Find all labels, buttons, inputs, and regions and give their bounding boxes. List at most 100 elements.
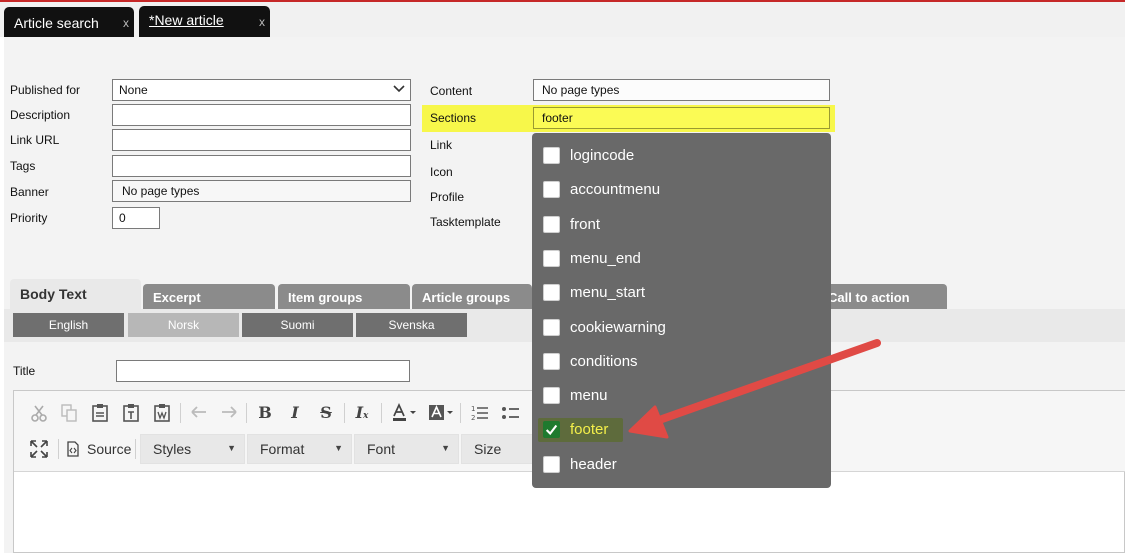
- dropdown-option-header[interactable]: header: [541, 450, 811, 480]
- dropdown-option-label: logincode: [570, 147, 635, 164]
- chevron-down-icon: [393, 85, 405, 93]
- priority-input[interactable]: 0: [112, 207, 160, 229]
- background-color-icon[interactable]: [427, 402, 457, 424]
- font-label: Font: [367, 441, 396, 457]
- content-label: Content: [430, 84, 473, 98]
- font-combo[interactable]: Font ▼: [354, 434, 459, 464]
- dropdown-option-label: conditions: [570, 352, 638, 370]
- dropdown-option-label: header: [570, 455, 617, 473]
- dropdown-option-menu[interactable]: menu: [541, 381, 811, 411]
- tab-excerpt[interactable]: Excerpt: [143, 284, 275, 309]
- tab-item-groups[interactable]: Item groups: [278, 284, 410, 309]
- document-tab-strip: Article search x *New article x: [0, 2, 1125, 37]
- lang-tab-english[interactable]: English: [13, 313, 124, 337]
- format-label: Format: [260, 441, 305, 457]
- tasktemplate-label: Tasktemplate: [430, 215, 501, 229]
- paste-word-icon[interactable]: [151, 402, 173, 424]
- checkbox-icon[interactable]: [543, 249, 560, 267]
- italic-icon[interactable]: I: [284, 402, 306, 424]
- styles-label: Styles: [153, 441, 192, 457]
- published-for-select[interactable]: None: [112, 79, 411, 101]
- numbered-list-icon[interactable]: 12: [469, 402, 491, 424]
- toolbar-separator: [58, 439, 59, 459]
- dropdown-option-label: accountmenu: [570, 181, 661, 199]
- title-label: Title: [13, 364, 36, 378]
- bold-icon[interactable]: B: [254, 402, 276, 424]
- lang-tab-norsk[interactable]: Norsk: [128, 313, 239, 337]
- description-input[interactable]: [112, 104, 411, 126]
- tab-body-text[interactable]: Body Text: [10, 279, 141, 309]
- lang-tab-svenska[interactable]: Svenska: [356, 313, 467, 337]
- dropdown-option-label: cookiewarning: [570, 318, 666, 336]
- text-color-icon[interactable]: [390, 402, 420, 424]
- paste-icon[interactable]: [89, 402, 111, 424]
- toolbar-separator: [344, 403, 345, 423]
- banner-field[interactable]: No page types: [112, 180, 411, 202]
- link-label: Link: [430, 138, 453, 152]
- dropdown-arrow-icon: ▼: [441, 443, 450, 453]
- lang-tab-suomi[interactable]: Suomi: [242, 313, 353, 337]
- checkbox-icon[interactable]: [543, 147, 560, 164]
- link-url-input[interactable]: [112, 129, 411, 151]
- paste-text-icon[interactable]: [120, 402, 142, 424]
- dropdown-option-conditions[interactable]: conditions: [541, 347, 811, 377]
- strikethrough-icon[interactable]: S: [315, 402, 337, 424]
- copy-icon[interactable]: [58, 402, 80, 424]
- dropdown-arrow-icon: ▼: [227, 443, 236, 453]
- undo-icon[interactable]: [188, 402, 210, 424]
- dropdown-option-label: menu_end: [570, 249, 641, 267]
- tags-input[interactable]: [112, 155, 411, 177]
- tab-label: Article search: [14, 15, 99, 31]
- toolbar-separator: [246, 403, 247, 423]
- checkbox-icon[interactable]: [543, 387, 560, 405]
- close-tab-icon[interactable]: x: [259, 15, 265, 29]
- format-combo[interactable]: Format ▼: [247, 434, 352, 464]
- cut-icon[interactable]: [28, 402, 50, 424]
- dropdown-option-menu-end[interactable]: menu_end: [541, 244, 811, 274]
- size-combo[interactable]: Size: [461, 434, 536, 464]
- published-for-label: Published for: [10, 83, 81, 97]
- dropdown-option-label: menu: [570, 387, 608, 405]
- title-input[interactable]: [116, 360, 410, 382]
- dropdown-arrow-icon: ▼: [334, 443, 343, 453]
- priority-label: Priority: [10, 211, 48, 225]
- profile-label: Profile: [430, 190, 465, 204]
- dropdown-option-label: front: [570, 215, 601, 233]
- sections-field[interactable]: footer: [533, 107, 830, 129]
- bulleted-list-icon[interactable]: [500, 402, 522, 424]
- tab-call-to-action[interactable]: Call to action: [818, 284, 947, 309]
- tab-article-search[interactable]: Article search x: [4, 7, 134, 37]
- dropdown-option-footer[interactable]: footer: [541, 415, 811, 445]
- icon-label: Icon: [430, 165, 453, 179]
- dropdown-option-front[interactable]: front: [541, 210, 811, 240]
- dropdown-option-logincode[interactable]: logincode: [541, 141, 811, 171]
- dropdown-option-cookiewarning[interactable]: cookiewarning: [541, 313, 811, 343]
- checkbox-icon[interactable]: [543, 318, 560, 336]
- close-tab-icon[interactable]: x: [123, 16, 129, 30]
- tab-new-article[interactable]: *New article x: [139, 6, 270, 37]
- redo-icon[interactable]: [218, 402, 240, 424]
- toolbar-separator: [460, 403, 461, 423]
- tab-article-groups[interactable]: Article groups: [412, 284, 532, 309]
- tab-label: *New article: [149, 12, 224, 28]
- styles-combo[interactable]: Styles ▼: [140, 434, 245, 464]
- checkbox-icon[interactable]: [543, 284, 560, 302]
- checkbox-icon[interactable]: [543, 455, 560, 473]
- link-url-label: Link URL: [10, 133, 60, 147]
- content-field[interactable]: No page types: [533, 79, 830, 101]
- dropdown-option-menu-start[interactable]: menu_start: [541, 278, 811, 308]
- checkbox-icon[interactable]: [543, 181, 560, 199]
- svg-text:1: 1: [471, 405, 475, 413]
- size-label: Size: [474, 441, 502, 457]
- maximize-icon[interactable]: [28, 438, 50, 460]
- dropdown-option-label: menu_start: [570, 284, 646, 302]
- published-for-value: None: [119, 83, 148, 97]
- remove-format-icon[interactable]: Ix: [351, 402, 373, 424]
- checkbox-icon[interactable]: [543, 352, 560, 370]
- tags-label: Tags: [10, 159, 36, 173]
- checkbox-checked-icon[interactable]: [543, 421, 560, 439]
- dropdown-option-accountmenu[interactable]: accountmenu: [541, 175, 811, 205]
- svg-text:2: 2: [471, 414, 475, 422]
- source-icon: [67, 441, 79, 457]
- checkbox-icon[interactable]: [543, 215, 560, 233]
